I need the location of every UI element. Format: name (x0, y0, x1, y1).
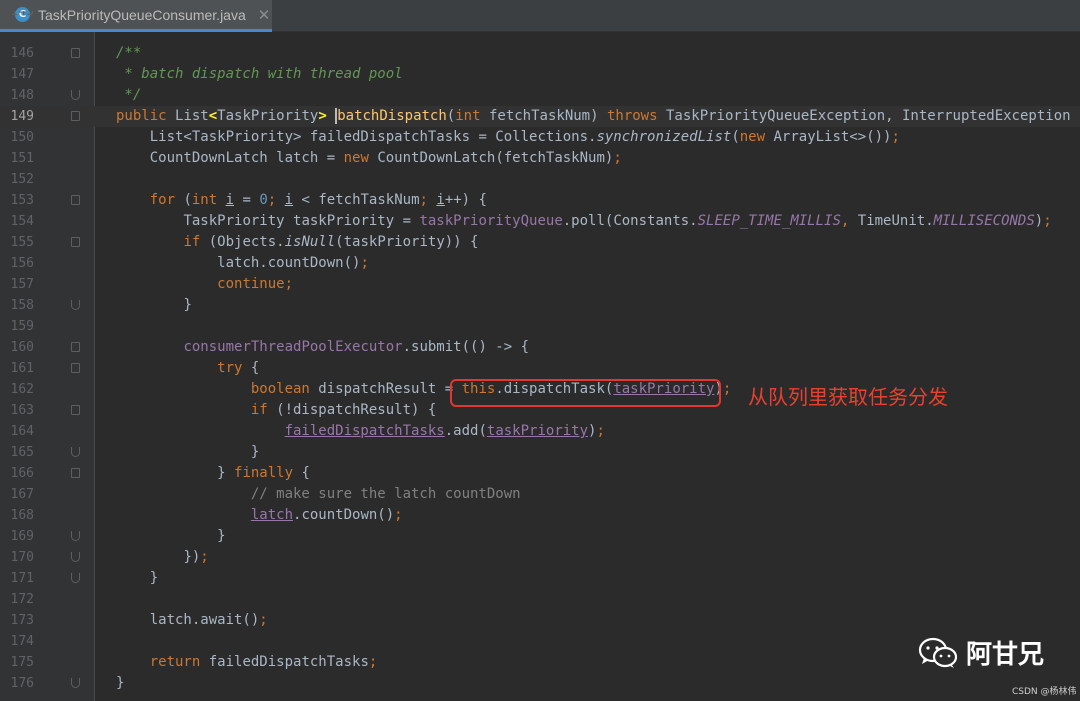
code-line-146: /** (116, 45, 142, 61)
fold-marker-icon[interactable] (71, 195, 80, 205)
line-number[interactable]: 174 (0, 631, 34, 652)
code-line-151: CountDownLatch latch = new CountDownLatc… (149, 150, 622, 166)
code-line-158: } (183, 297, 192, 313)
code-line-156: latch.countDown(); (217, 255, 369, 271)
code-line-148: */ (116, 87, 142, 103)
account-name: 阿甘兄 (966, 640, 1045, 670)
code-line-150: List<TaskPriority> failedDispatchTasks =… (149, 129, 900, 145)
line-number[interactable]: 149 (0, 106, 34, 127)
line-row-172[interactable]: 172 (0, 589, 1080, 610)
line-number[interactable]: 156 (0, 253, 34, 274)
fold-marker-icon[interactable] (71, 405, 80, 415)
fold-marker-icon[interactable] (71, 48, 80, 58)
line-number[interactable]: 143 (0, 11, 34, 22)
line-row-171[interactable]: 171 (0, 568, 1080, 589)
line-number[interactable]: 173 (0, 610, 34, 631)
line-number[interactable]: 164 (0, 421, 34, 442)
code-line-163: if (!dispatchResult) { (250, 402, 437, 418)
code-line-167: // make sure the latch countDown (250, 486, 521, 502)
line-row-159[interactable]: 159 (0, 316, 1080, 337)
line-number[interactable]: 155 (0, 232, 34, 253)
code-line-169: } (217, 528, 226, 544)
code-line-154: TaskPriority taskPriority = taskPriority… (183, 213, 1052, 229)
annotation-text: 从队列里获取任务分发 (748, 385, 948, 409)
line-number[interactable]: 170 (0, 547, 34, 568)
fold-marker-icon[interactable] (71, 531, 80, 541)
fold-marker-icon[interactable] (71, 300, 80, 310)
line-number[interactable]: 162 (0, 379, 34, 400)
line-number[interactable]: 146 (0, 43, 34, 64)
code-line-166: } finally { (217, 465, 310, 481)
line-number[interactable]: 165 (0, 442, 34, 463)
fold-marker-icon[interactable] (71, 363, 80, 373)
code-line-157: continue; (217, 276, 294, 292)
line-number[interactable]: 154 (0, 211, 34, 232)
line-number[interactable]: 172 (0, 589, 34, 610)
code-line-155: if (Objects.isNull(taskPriority)) { (183, 234, 479, 250)
line-number[interactable]: 168 (0, 505, 34, 526)
code-line-171: } (149, 570, 159, 586)
line-row-143[interactable]: 143 (0, 11, 1080, 22)
line-row-146[interactable]: 146 (0, 43, 1080, 64)
fold-marker-icon[interactable] (71, 678, 80, 688)
fold-marker-icon[interactable] (71, 573, 80, 583)
fold-marker-icon[interactable] (71, 468, 80, 478)
line-number[interactable]: 150 (0, 127, 34, 148)
wechat-icon (918, 637, 958, 668)
line-number[interactable]: 163 (0, 400, 34, 421)
line-number[interactable]: 161 (0, 358, 34, 379)
line-number[interactable]: 147 (0, 64, 34, 85)
line-number[interactable]: 176 (0, 673, 34, 694)
csdn-credit: CSDN @杨林伟 (1012, 687, 1077, 697)
code-line-165: } (250, 444, 260, 460)
fold-marker-icon[interactable] (71, 90, 80, 100)
highlight-box (450, 379, 721, 407)
code-line-147: * batch dispatch with thread pool (116, 66, 403, 82)
fold-marker-icon[interactable] (71, 552, 80, 562)
code-line-160: consumerThreadPoolExecutor.submit(() -> … (183, 339, 530, 355)
line-number[interactable]: 160 (0, 337, 34, 358)
fold-marker-icon[interactable] (71, 237, 80, 247)
code-line-173: latch.await(); (149, 612, 268, 628)
wechat-watermark: 阿甘兄 (918, 634, 1044, 671)
line-number[interactable]: 152 (0, 169, 34, 190)
fold-marker-icon[interactable] (71, 342, 80, 352)
code-line-149: public List<TaskPriority> batchDispatch(… (116, 108, 1080, 124)
line-row-152[interactable]: 152 (0, 169, 1080, 190)
code-line-161: try { (217, 360, 260, 376)
code-line-153: for (int i = 0; i < fetchTaskNum; i++) { (149, 192, 487, 208)
line-number[interactable]: 148 (0, 85, 34, 106)
line-number[interactable]: 166 (0, 463, 34, 484)
code-line-164: failedDispatchTasks.add(taskPriority); (284, 423, 605, 439)
line-number[interactable]: 175 (0, 652, 34, 673)
line-number[interactable]: 159 (0, 316, 34, 337)
line-number[interactable]: 169 (0, 526, 34, 547)
line-number[interactable]: 171 (0, 568, 34, 589)
line-number[interactable]: 167 (0, 484, 34, 505)
line-number[interactable]: 151 (0, 148, 34, 169)
code-line-175: return failedDispatchTasks; (149, 654, 378, 670)
line-row-176[interactable]: 176 (0, 673, 1080, 694)
code-line-168: latch.countDown(); (250, 507, 403, 523)
fold-marker-icon[interactable] (71, 111, 80, 121)
line-row-148[interactable]: 148 (0, 85, 1080, 106)
code-line-176: } (116, 675, 125, 691)
code-line-170: }); (183, 549, 209, 565)
line-number[interactable]: 158 (0, 295, 34, 316)
line-number[interactable]: 153 (0, 190, 34, 211)
line-number[interactable]: 157 (0, 274, 34, 295)
fold-marker-icon[interactable] (71, 447, 80, 457)
